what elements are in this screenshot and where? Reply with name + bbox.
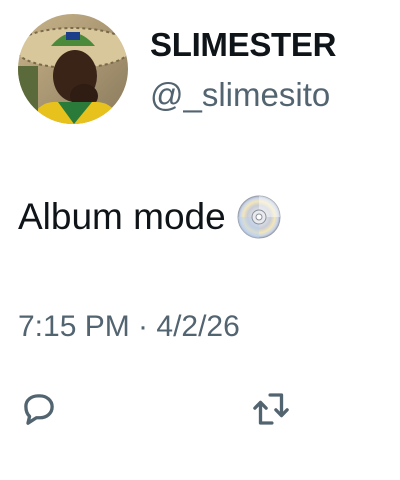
tweet-text-content: Album mode: [18, 196, 226, 237]
avatar[interactable]: [18, 14, 128, 124]
tweet-text: Album mode: [18, 194, 282, 240]
author-handle[interactable]: @_slimesito: [150, 76, 330, 114]
tweet-card: SLIMESTER @_slimesito Album mode 7:15 PM…: [0, 0, 400, 480]
author-display-name[interactable]: SLIMESTER: [150, 26, 336, 64]
retweet-button[interactable]: [250, 388, 292, 430]
tweet-timestamp[interactable]: 7:15 PM · 4/2/26: [18, 310, 240, 344]
retweet-icon: [253, 393, 289, 425]
optical-disc-icon: [236, 194, 282, 240]
reply-icon: [24, 394, 54, 425]
avatar-image: [18, 14, 128, 124]
reply-button[interactable]: [18, 388, 60, 430]
